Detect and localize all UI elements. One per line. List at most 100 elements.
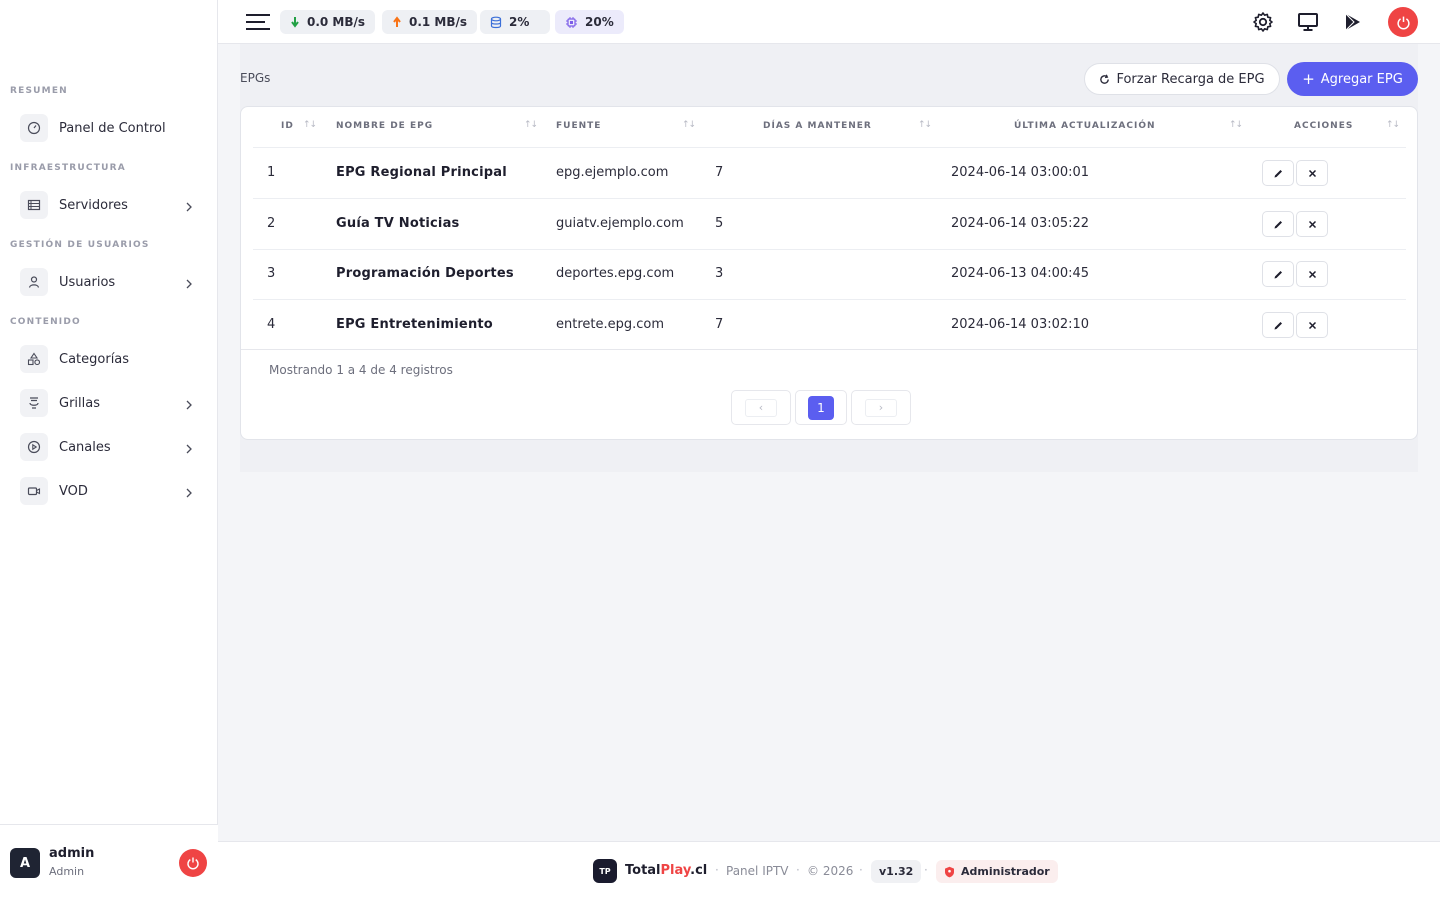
pencil-icon: [1274, 169, 1282, 177]
dashboard-icon: [20, 114, 48, 142]
column-header-source[interactable]: FUENTE: [556, 121, 601, 131]
cell-updated: 2024-06-14 03:00:01: [951, 165, 1090, 180]
edit-button[interactable]: [1262, 211, 1294, 237]
force-reload-epg-button[interactable]: Forzar Recarga de EPG: [1084, 63, 1280, 95]
edit-button[interactable]: [1262, 312, 1294, 338]
cell-name: EPG Regional Principal: [336, 165, 507, 180]
chevron-right-icon: ›: [865, 398, 897, 417]
copyright: © 2026: [807, 864, 854, 878]
sidebar-item-categorias[interactable]: Categorías: [20, 344, 200, 374]
sidebar-item-label: Canales: [59, 439, 111, 455]
cpu-icon: [566, 16, 577, 28]
chevron-right-icon: [184, 275, 194, 294]
logout-button[interactable]: [179, 849, 207, 877]
plus-icon: +: [1302, 70, 1315, 88]
footer: TP TotalPlay.cl · Panel IPTV · © 2026 · …: [218, 841, 1440, 900]
section-title-contenido: CONTENIDO: [10, 317, 81, 327]
cell-days: 5: [715, 216, 724, 231]
close-icon: [1308, 321, 1316, 329]
cell-id: 4: [267, 317, 276, 332]
upload-rate-badge: 0.1 MB/s: [382, 10, 478, 34]
sidebar-item-label: Servidores: [59, 197, 128, 213]
cpu-usage-badge: 20%: [555, 10, 624, 34]
column-header-name[interactable]: NOMBRE DE EPG: [336, 121, 433, 131]
pagination-prev-button[interactable]: ‹: [731, 390, 791, 425]
table-row: 4 EPG Entretenimiento entrete.epg.com 7 …: [253, 300, 1406, 351]
pagination-page-button[interactable]: 1: [795, 390, 847, 425]
menu-toggle-button[interactable]: [246, 13, 270, 35]
sidebar-item-panel-de-control[interactable]: Panel de Control: [20, 113, 200, 143]
sidebar-item-label: Grillas: [59, 395, 100, 411]
sidebar: RESUMEN Panel de Control INFRAESTRUCTURA…: [0, 0, 218, 900]
sidebar-item-label: VOD: [59, 483, 88, 499]
cell-days: 3: [715, 266, 724, 281]
edit-button[interactable]: [1262, 160, 1294, 186]
column-header-id[interactable]: ID: [281, 121, 294, 131]
cell-days: 7: [715, 165, 724, 180]
page-number: 1: [808, 395, 834, 420]
delete-button[interactable]: [1296, 160, 1328, 186]
role-badge: Administrador: [936, 860, 1058, 883]
close-icon: [1308, 220, 1316, 228]
separator: ·: [715, 863, 719, 877]
sidebar-item-vod[interactable]: VOD: [20, 476, 200, 506]
add-epg-button[interactable]: + Agregar EPG: [1287, 62, 1418, 96]
close-icon: [1308, 270, 1316, 278]
power-button[interactable]: [1388, 7, 1418, 37]
chevron-right-icon: [184, 484, 194, 503]
user-role: Admin: [49, 865, 85, 878]
cell-name: Programación Deportes: [336, 266, 514, 281]
pencil-icon: [1274, 220, 1282, 228]
sort-icon[interactable]: ↑↓: [1386, 120, 1400, 130]
settings-button[interactable]: [1252, 11, 1274, 33]
power-icon: [1396, 16, 1410, 29]
sort-icon[interactable]: ↑↓: [1229, 120, 1243, 130]
refresh-icon: [1100, 73, 1110, 84]
delete-button[interactable]: [1296, 211, 1328, 237]
avatar: A: [10, 848, 40, 878]
sidebar-item-canales[interactable]: Canales: [20, 432, 200, 462]
download-rate-badge: 0.0 MB/s: [280, 10, 376, 34]
delete-button[interactable]: [1296, 312, 1328, 338]
pencil-icon: [1274, 321, 1282, 329]
section-title-resumen: RESUMEN: [10, 86, 68, 96]
column-header-days[interactable]: DÍAS A MANTENER: [763, 121, 872, 131]
column-header-updated[interactable]: ÚLTIMA ACTUALIZACIÓN: [1014, 121, 1156, 131]
section-title-infraestructura: INFRAESTRUCTURA: [10, 163, 126, 173]
delete-button[interactable]: [1296, 261, 1328, 287]
footer-divider: [241, 349, 1417, 350]
cell-name: EPG Entretenimiento: [336, 317, 493, 332]
arrow-up-icon: [393, 16, 401, 27]
play-circle-icon: [20, 433, 48, 461]
cell-id: 1: [267, 165, 276, 180]
sidebar-item-label: Panel de Control: [59, 120, 166, 136]
sidebar-item-servidores[interactable]: Servidores: [20, 190, 200, 220]
brand-name: TotalPlay.cl: [625, 863, 708, 878]
chevron-right-icon: [184, 396, 194, 415]
monitor-button[interactable]: [1297, 11, 1319, 33]
shield-icon: [945, 866, 954, 877]
monitor-icon: [1298, 13, 1318, 31]
chevron-right-icon: [184, 198, 194, 217]
sidebar-item-grillas[interactable]: Grillas: [20, 388, 200, 418]
sort-icon[interactable]: ↑↓: [303, 120, 317, 130]
sort-icon[interactable]: ↑↓: [682, 120, 696, 130]
server-icon: [20, 191, 48, 219]
chevron-left-icon: ‹: [745, 398, 777, 417]
brand-logo: TP: [593, 859, 617, 883]
edit-button[interactable]: [1262, 261, 1294, 287]
table-row: 1 EPG Regional Principal epg.ejemplo.com…: [253, 148, 1406, 199]
cell-id: 3: [267, 266, 276, 281]
cell-updated: 2024-06-14 03:05:22: [951, 216, 1090, 231]
cell-source: deportes.epg.com: [556, 266, 675, 281]
sidebar-item-usuarios[interactable]: Usuarios: [20, 267, 200, 297]
pagination-next-button[interactable]: ›: [851, 390, 911, 425]
table-row: 3 Programación Deportes deportes.epg.com…: [253, 249, 1406, 300]
cell-source: epg.ejemplo.com: [556, 165, 669, 180]
sort-icon[interactable]: ↑↓: [918, 120, 932, 130]
topbar: 0.0 MB/s 0.1 MB/s 2% 20%: [218, 0, 1440, 44]
sort-icon[interactable]: ↑↓: [524, 120, 538, 130]
table-row: 2 Guía TV Noticias guiatv.ejemplo.com 5 …: [253, 199, 1406, 250]
play-store-button[interactable]: [1342, 11, 1364, 33]
grid-icon: [20, 389, 48, 417]
